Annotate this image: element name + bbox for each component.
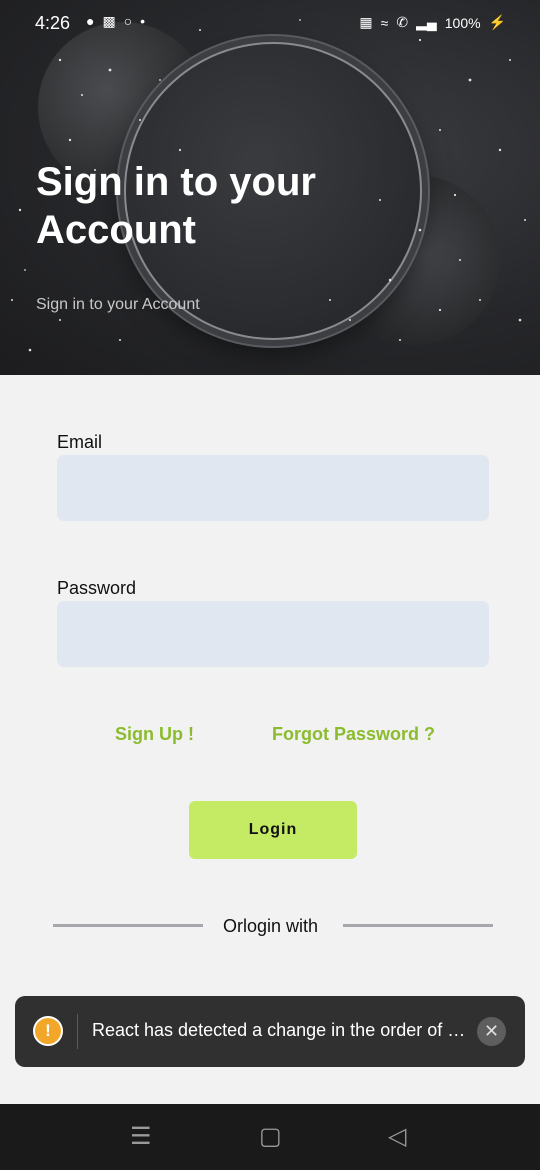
dot-icon: • xyxy=(140,13,154,29)
password-field[interactable] xyxy=(57,601,489,667)
menu-icon[interactable]: ☰ xyxy=(130,1122,152,1151)
home-icon[interactable]: ▢ xyxy=(259,1122,282,1151)
password-label: Password xyxy=(57,578,137,598)
signup-link[interactable]: Sign Up ! xyxy=(115,724,194,745)
divider-line-right xyxy=(343,924,493,927)
wifi-icon: ≈ xyxy=(380,14,389,31)
warning-toast[interactable]: ! React has detected a change in the ord… xyxy=(15,996,525,1067)
warning-icon: ! xyxy=(33,1016,63,1046)
signal-icon: ▂▄ xyxy=(416,14,437,30)
status-bar: 4:26 ●▩○• ▦ ≈ ✆ ▂▄ 100% ⚡ xyxy=(0,0,540,46)
login-button[interactable]: Login xyxy=(189,801,357,859)
close-icon[interactable]: ✕ xyxy=(477,1017,506,1046)
status-notification-icons: ●▩○• xyxy=(86,13,153,30)
header-banner: 4:26 ●▩○• ▦ ≈ ✆ ▂▄ 100% ⚡ Sign in to you… xyxy=(0,0,540,375)
page-subtitle: Sign in to your Account xyxy=(36,296,200,313)
toast-separator xyxy=(77,1014,78,1049)
page-title: Sign in to your Account xyxy=(36,160,316,252)
email-field[interactable] xyxy=(57,455,489,521)
toast-message: React has detected a change in the order… xyxy=(92,1020,472,1040)
back-icon[interactable]: ◁ xyxy=(388,1122,406,1151)
status-system-icons: ▦ ≈ ✆ ▂▄ 100% ⚡ xyxy=(359,14,506,31)
call-icon: ✆ xyxy=(396,14,409,30)
snapchat-icon: ● xyxy=(86,13,103,29)
battery-label: 100% xyxy=(444,14,481,31)
vibrate-icon: ▦ xyxy=(359,14,373,30)
lock-icon: ▩ xyxy=(102,13,124,29)
status-time: 4:26 xyxy=(35,13,71,33)
divider-line-left xyxy=(53,924,203,927)
charging-icon: ⚡ xyxy=(488,14,506,30)
system-navigation-bar: ☰ ▢ ◁ xyxy=(0,1104,540,1170)
social-login-divider-text: Orlogin with xyxy=(223,916,319,936)
email-label: Email xyxy=(57,432,103,452)
forgot-password-link[interactable]: Forgot Password ? xyxy=(272,724,435,745)
vpn-icon: ○ xyxy=(123,13,141,29)
